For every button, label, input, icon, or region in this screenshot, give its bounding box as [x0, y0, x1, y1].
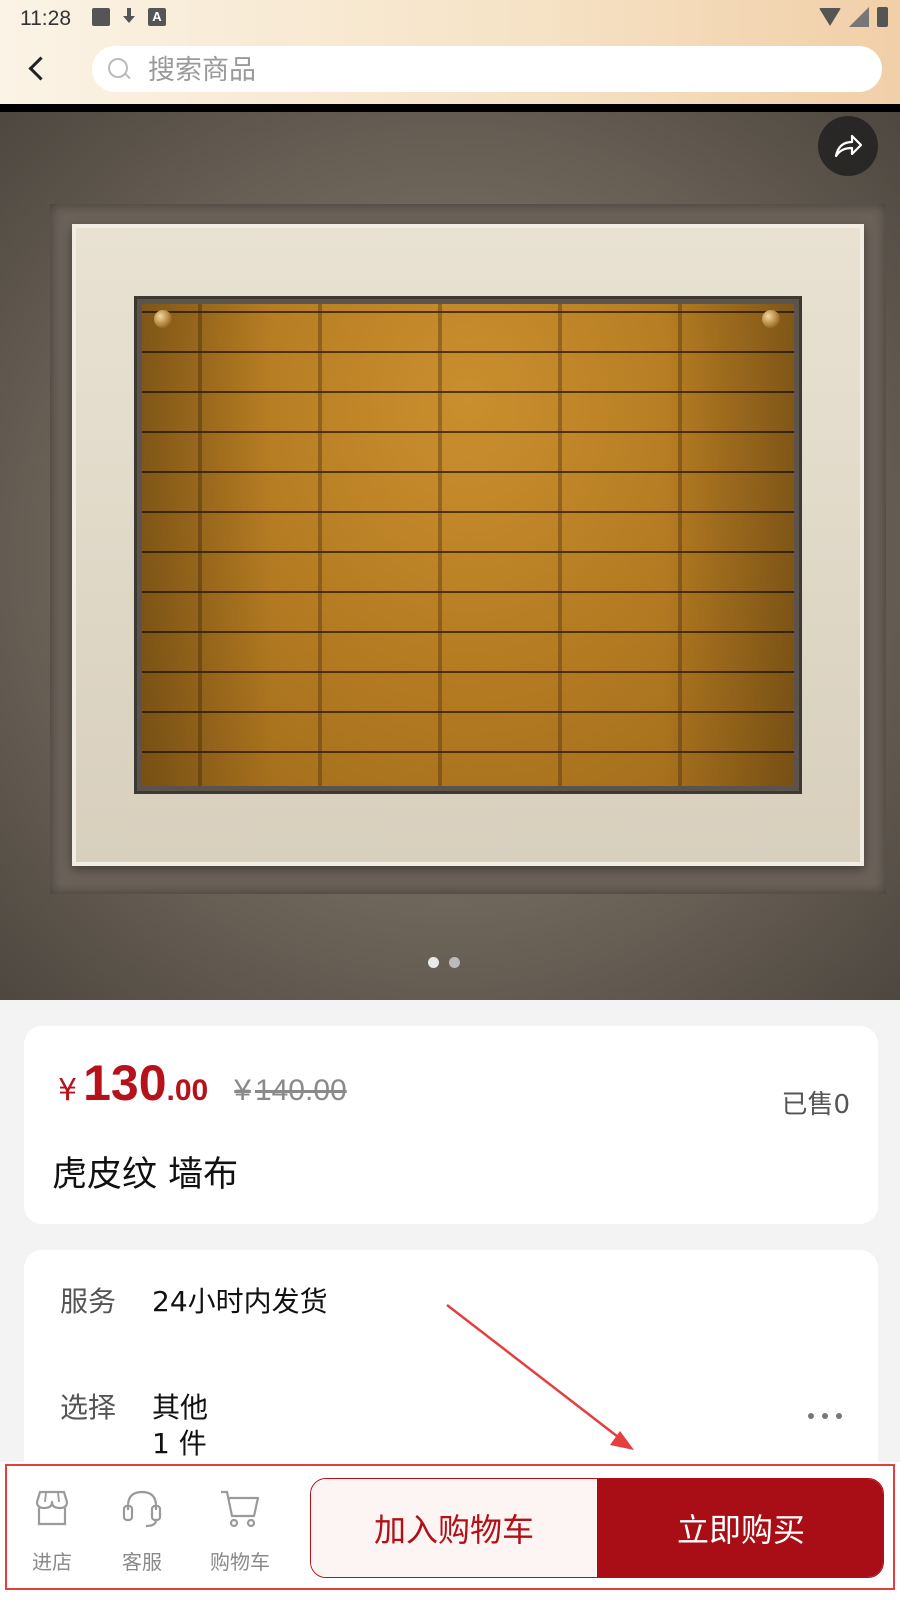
search-bar[interactable] [92, 46, 882, 92]
carousel-dot-2 [449, 957, 460, 968]
customer-service-tab[interactable]: 客服 [102, 1486, 182, 1576]
share-icon[interactable] [818, 116, 878, 176]
headset-icon [122, 1490, 162, 1528]
add-to-cart-button[interactable]: 加入购物车 [311, 1479, 597, 1577]
product-image-carousel[interactable] [0, 104, 900, 1000]
service-tab-label: 客服 [122, 1550, 162, 1574]
select-quantity: 1 件 [152, 1427, 207, 1460]
cart-tab[interactable]: 购物车 [200, 1486, 280, 1576]
cart-icon [221, 1490, 260, 1528]
service-value: 24小时内发货 [152, 1285, 328, 1318]
sold-count: 已售0 [781, 1090, 850, 1120]
buy-now-button[interactable]: 立即购买 [597, 1479, 883, 1577]
store-icon [35, 1490, 69, 1526]
purchase-buttons: 加入购物车 立即购买 [310, 1478, 884, 1578]
status-icons: A [92, 8, 166, 26]
store-tab[interactable]: 进店 [12, 1486, 92, 1576]
price-row: ¥ 130 .00 ¥140.00 [58, 1054, 347, 1112]
cart-tab-label: 购物车 [210, 1550, 270, 1574]
pin-left [154, 310, 172, 328]
price-integer: 130 [83, 1055, 167, 1111]
search-icon [108, 58, 128, 78]
original-price-symbol: ¥ [234, 1074, 251, 1107]
original-price-value: 140.00 [254, 1074, 347, 1107]
carousel-dot-1 [428, 957, 439, 968]
battery-icon [877, 7, 888, 27]
original-price: ¥140.00 [234, 1074, 346, 1108]
more-icon[interactable] [808, 1410, 842, 1422]
product-title: 虎皮纹 墙布 [52, 1155, 239, 1195]
wifi-icon [819, 8, 841, 26]
select-value[interactable]: 其他 [152, 1386, 208, 1426]
top-header: 11:28 A [0, 0, 900, 104]
status-bar: 11:28 A [0, 0, 900, 36]
select-label: 选择 [60, 1391, 117, 1424]
price-symbol: ¥ [58, 1073, 78, 1108]
price-decimal: .00 [166, 1074, 209, 1107]
image-shade [142, 304, 794, 786]
service-card: 服务 24小时内发货 选择 其他 1 件 [24, 1250, 878, 1480]
search-input[interactable] [146, 52, 850, 88]
carousel-dots [428, 957, 460, 968]
pin-right [762, 310, 780, 328]
image-icon [92, 8, 110, 26]
store-label: 进店 [32, 1550, 72, 1574]
status-time: 11:28 [20, 7, 71, 30]
signal-icon [849, 7, 869, 27]
price-card: ¥ 130 .00 ¥140.00 已售0 虎皮纹 墙布 [24, 1026, 878, 1224]
service-label: 服务 [60, 1285, 117, 1318]
a-icon: A [148, 8, 166, 26]
back-icon[interactable] [18, 48, 58, 88]
status-right [819, 7, 888, 27]
download-icon [120, 8, 138, 26]
